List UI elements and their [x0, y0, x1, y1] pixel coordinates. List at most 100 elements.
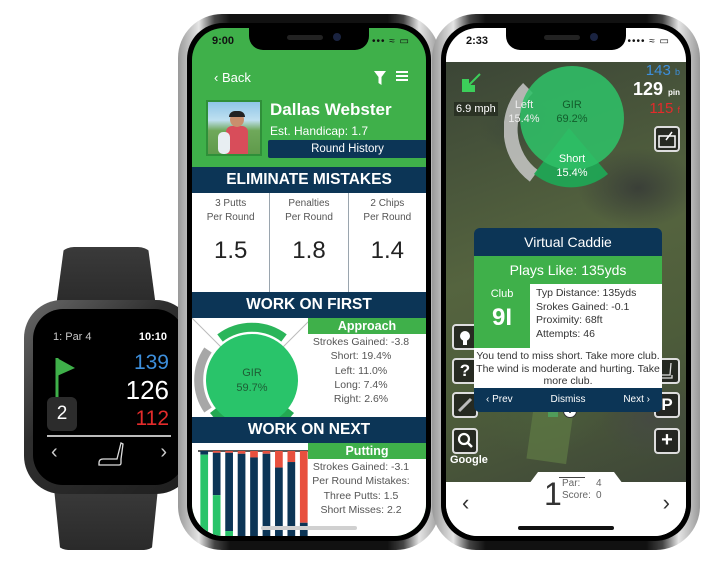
left-label: Left — [515, 99, 533, 111]
add-button[interactable]: + — [654, 428, 680, 454]
gir-circle — [206, 334, 298, 426]
watch-front-distance: 112 — [135, 407, 169, 430]
stats-screen: 9:00 ••• ≈ ▭ ‹ Back Dallas Webster Est. … — [192, 28, 426, 536]
club-label: Club — [490, 288, 514, 300]
watch-shot-number[interactable]: 2 — [47, 397, 77, 431]
distance-readout: 143 b 129 pin 115 f — [633, 62, 680, 117]
gir-value: 69.2% — [556, 113, 587, 125]
next-hole-button[interactable]: › — [663, 490, 670, 516]
watch-prev-button[interactable]: ‹ — [51, 441, 58, 464]
caddie-nav: ‹ Prev Dismiss Next › — [474, 388, 662, 412]
putting-bar-navy-segment — [212, 452, 221, 496]
mistake-card[interactable]: Penalties Per Round 1.8 — [270, 193, 349, 292]
mistake-card[interactable]: 3 Putts Per Round 1.5 — [192, 193, 271, 292]
watch-time: 10:10 — [138, 331, 167, 343]
putting-bar-red-segment — [212, 451, 221, 453]
player-name: Dallas Webster — [270, 100, 392, 119]
prev-hole-button[interactable]: ‹ — [462, 490, 469, 516]
putting-bar-red-segment — [237, 451, 246, 454]
phone-gps: 2:33 •••• ≈ ▭ + GIR 69.2% — [432, 14, 700, 550]
lightbulb-icon — [460, 331, 470, 345]
stat-line: Strokes Gained: -3.8 — [312, 336, 410, 348]
phone-stats: 9:00 ••• ≈ ▭ ‹ Back Dallas Webster Est. … — [178, 14, 440, 550]
back-distance: 143 — [645, 62, 671, 79]
stat-line: Attempts: 46 — [536, 327, 595, 340]
pin-distance: 129 — [632, 79, 663, 99]
work-on-next-header: WORK ON NEXT — [192, 417, 426, 443]
gir-value: 59.7% — [236, 382, 267, 394]
round-history-button[interactable]: Round History — [268, 140, 426, 158]
search-button[interactable] — [452, 428, 478, 454]
approach-tag: Approach — [308, 318, 426, 334]
notch — [506, 28, 626, 50]
putting-bar-red-segment — [262, 451, 271, 454]
work-on-next-panel[interactable]: Putting Strokes Gained: -3.1 Per Round M… — [192, 443, 426, 536]
watch-hole-label: 1: Par 4 — [53, 331, 92, 343]
mistake-value: 1.5 — [213, 237, 248, 264]
home-indicator[interactable] — [518, 526, 614, 530]
front-distance: 115 — [649, 100, 674, 117]
putting-bar-red-segment — [275, 451, 283, 468]
gir-label: GIR — [242, 367, 262, 379]
vc-title: Virtual Caddie — [524, 234, 612, 250]
status-icons: ••• ≈ ▭ — [372, 36, 410, 47]
gir-overlay: GIR 69.2% Left 15.4% Short 15.4% — [504, 66, 624, 188]
stat-line: Short Misses: 2.2 — [320, 503, 402, 516]
pin-suffix: pin — [668, 88, 680, 97]
search-icon — [457, 432, 473, 448]
watch-middle-distance: 126 — [125, 375, 169, 405]
scorecard-button[interactable] — [654, 126, 680, 152]
mistake-sublabel: Per Round — [363, 212, 412, 223]
back-suffix: b — [674, 67, 680, 77]
virtual-caddie-card: Virtual Caddie Plays Like: 135yds Club 9… — [474, 228, 662, 412]
mistake-card[interactable]: 2 Chips Per Round 1.4 — [349, 193, 426, 292]
menu-icon[interactable] — [396, 70, 408, 82]
wind-arrow-icon — [462, 73, 481, 92]
putting-bar-green-segment — [225, 531, 233, 536]
putting-bar-red-segment — [250, 451, 258, 458]
stat-line: Srokes Gained: -0.1 — [536, 300, 630, 313]
par-value: 4 — [596, 478, 602, 489]
scorecard-icon — [658, 131, 676, 148]
club-stats: Typ Distance: 135yds Srokes Gained: -0.1… — [530, 284, 662, 348]
watch-band-top — [56, 247, 156, 307]
wind-speed: 6.9 mph — [454, 102, 498, 116]
handicap: Est. Handicap: 1.7 — [270, 124, 369, 138]
eliminate-mistakes-header: ELIMINATE MISTAKES — [192, 167, 426, 193]
short-label: Short — [559, 153, 585, 165]
stat-line: Proximity: 68ft — [536, 314, 603, 326]
stat-line: Typ Distance: 135yds — [536, 287, 637, 299]
status-time: 9:00 — [212, 35, 235, 47]
par-label: Par: — [562, 478, 581, 489]
apple-watch: 1: Par 4 10:10 139 126 112 2 ‹ › — [24, 300, 194, 494]
status-time: 2:33 — [466, 35, 489, 47]
back-button[interactable]: ‹ Back — [214, 70, 251, 85]
putting-bar-navy-segment — [237, 453, 246, 536]
watch-next-button[interactable]: › — [160, 441, 167, 464]
stat-line: Long: 7.4% — [334, 378, 388, 391]
score-label: Score: — [562, 490, 591, 501]
stat-line: Left: 11.0% — [334, 364, 388, 377]
putting-bar-red-segment — [287, 451, 296, 463]
putter-icon[interactable] — [95, 441, 129, 469]
watch-back-distance: 139 — [133, 351, 169, 374]
putting-bar-navy-segment — [262, 453, 271, 536]
hole-number: 1 — [544, 476, 562, 512]
status-icons: •••• ≈ ▭ — [627, 36, 670, 47]
stat-line: Right: 2.6% — [333, 393, 389, 406]
putting-bar-navy-segment — [225, 452, 233, 532]
satellite-map[interactable]: + GIR 69.2% Left 15.4% Short 15.4% 6.9 m… — [446, 62, 686, 482]
mistake-label: 2 Chips — [370, 198, 405, 209]
mistake-value: 1.8 — [292, 237, 326, 264]
putting-stats: Strokes Gained: -3.1 Per Round Mistakes:… — [302, 460, 420, 517]
home-indicator[interactable] — [261, 526, 357, 530]
front-suffix: f — [677, 105, 680, 115]
putting-bar-navy-segment — [287, 462, 296, 536]
pencil-icon — [457, 397, 473, 413]
work-on-first-header: WORK ON FIRST — [192, 292, 426, 318]
next-button[interactable]: Next › — [623, 388, 650, 412]
score-value: 0 — [596, 490, 602, 501]
filter-icon[interactable] — [374, 71, 386, 85]
putting-bar-green-segment — [200, 454, 209, 536]
player-photo — [206, 100, 262, 156]
